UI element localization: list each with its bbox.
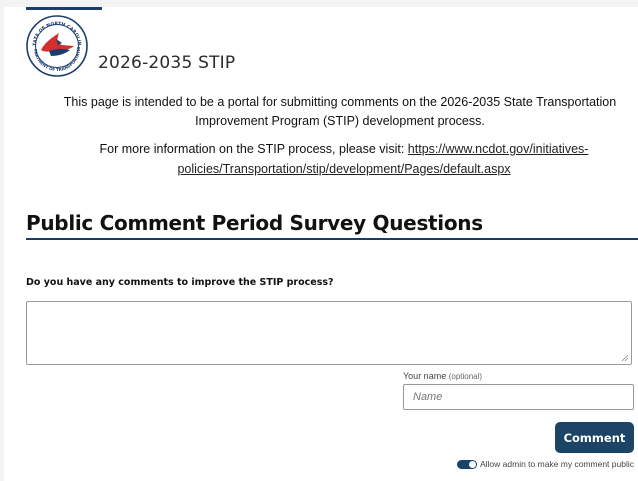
comment-button[interactable]: Comment bbox=[555, 422, 634, 453]
program-title: 2026-2035 STIP bbox=[98, 53, 236, 73]
comment-textarea[interactable] bbox=[26, 301, 632, 365]
toggle-knob bbox=[468, 460, 476, 468]
intro-text: This page is intended to be a portal for… bbox=[63, 95, 617, 128]
question-label: Do you have any comments to improve the … bbox=[26, 277, 334, 288]
name-input[interactable] bbox=[403, 384, 634, 410]
more-info-paragraph: For more information on the STIP process… bbox=[74, 139, 614, 179]
name-label-text: Your name bbox=[403, 371, 447, 381]
section-title: Public Comment Period Survey Questions bbox=[26, 211, 483, 235]
public-comment-toggle[interactable] bbox=[456, 459, 477, 469]
name-field-label: Your name (optional) bbox=[403, 371, 482, 381]
public-comment-toggle-row: Allow admin to make my comment public bbox=[456, 459, 634, 469]
header-accent-bar bbox=[26, 7, 102, 10]
resize-grip-icon[interactable] bbox=[621, 354, 629, 362]
page-container: STATE OF NORTH CAROLINA DEPARTMENT OF TR… bbox=[4, 7, 638, 481]
ncdot-seal-logo: STATE OF NORTH CAROLINA DEPARTMENT OF TR… bbox=[26, 15, 88, 77]
name-optional-text: (optional) bbox=[448, 372, 483, 381]
section-divider bbox=[26, 238, 638, 240]
more-info-prefix: For more information on the STIP process… bbox=[99, 142, 405, 156]
toggle-label: Allow admin to make my comment public bbox=[479, 459, 634, 469]
